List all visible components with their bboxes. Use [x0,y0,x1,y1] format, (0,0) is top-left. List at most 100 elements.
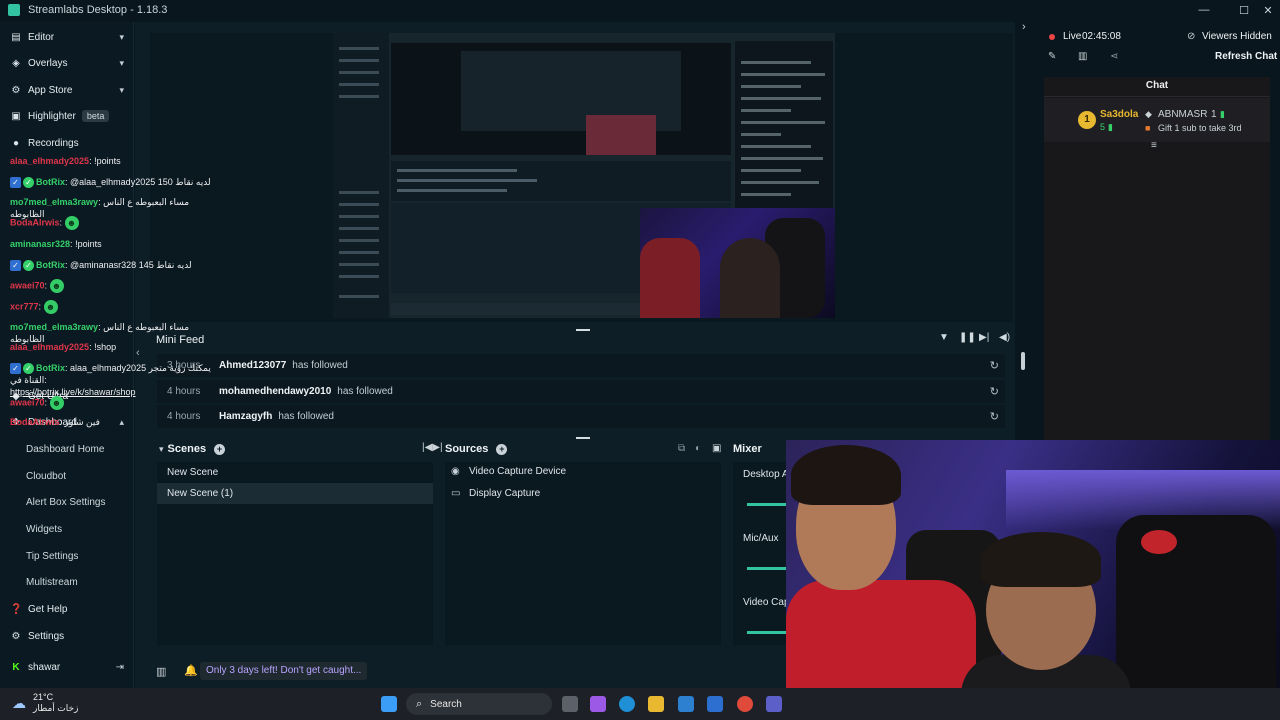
skip-icon[interactable]: ▶| [979,332,989,343]
sidebar-item-label: Recordings [28,137,79,149]
gift-icon: ▮ [1220,109,1225,119]
add-source-icon[interactable]: + [496,443,508,455]
notification-icon[interactable]: 🔔 [184,664,198,677]
add-scene-icon[interactable]: + [214,443,226,455]
expand-pinned-icon[interactable]: ≡ [1151,140,1157,151]
source-item[interactable]: ◉ Video Capture Device [445,461,566,482]
minimize-icon[interactable]: — [1192,0,1216,20]
chat-username[interactable]: alaa_elhmady2025 [10,342,89,352]
gift-promo-text[interactable]: Gift 1 sub to take 3rd [1158,123,1242,133]
group-icon[interactable]: ◐ [695,443,701,454]
help-icon: ❓ [10,603,23,615]
highlighter-icon: ▣ [11,110,21,122]
refresh-chat-button[interactable]: Refresh Chat [1215,51,1277,62]
scene-item-selected[interactable]: New Scene (1) [157,483,433,504]
logout-icon[interactable]: ⇥ [116,662,124,673]
edge-icon[interactable] [619,696,635,712]
verified-badge-icon: ✓ [23,363,34,375]
app-logo-icon [8,4,20,16]
mail-icon[interactable] [707,696,723,712]
chat-message: alaa_elhmady2025: !shop [10,342,117,352]
sidebar-item-overlays[interactable]: ◈ Overlays ▾ [0,50,134,76]
chat-username[interactable]: BotRix [36,177,65,187]
maximize-icon[interactable]: ☐ [1232,0,1256,20]
window-title: Streamlabs Desktop - 1.18.3 [28,4,168,16]
close-icon[interactable]: ✕ [1256,0,1280,20]
sidebar-item-alert-box-settings[interactable]: Alert Box Settings [0,489,134,515]
sidebar-user[interactable]: K shawar ⇥ [0,654,134,680]
filter-icon[interactable]: ▼ [939,332,949,343]
sidebar-item-dashboard-home[interactable]: Dashboard Home [0,436,134,462]
sidebar-item-recordings[interactable]: ● Recordings [0,130,134,156]
recordings-icon: ● [12,137,20,149]
chat-username[interactable]: mo7med_elma3rawy [10,197,98,207]
sidebar-item-cloudbot[interactable]: Cloudbot [0,463,134,489]
chat-message: awaei70: ☻ [10,279,220,293]
sidebar-item-label: Multistream [26,576,78,588]
chat-username[interactable]: aminanasr328 [10,239,70,249]
share-icon[interactable]: ⋖ [1110,51,1118,62]
volume-slider[interactable] [747,567,787,570]
resize-handle[interactable] [576,437,590,439]
scrollbar[interactable] [1021,352,1025,370]
sidebar-item-multistream[interactable]: Multistream [0,569,134,595]
edit-stream-icon[interactable]: ✎ [1048,51,1056,62]
copilot-icon[interactable] [590,696,606,712]
eye-slash-icon: ⊘ [1187,31,1196,42]
sidebar-item-get-help[interactable]: ❓ Get Help [0,596,134,622]
volume-icon[interactable]: ◀) [999,332,1010,343]
sidebar-item-highlighter[interactable]: ▣ Highlighter beta [0,103,134,129]
file-explorer-icon[interactable] [648,696,664,712]
chevron-down-icon: ▾ [119,84,124,95]
sidebar-item-widgets[interactable]: Widgets [0,516,134,542]
sidebar-item-app-store[interactable]: ⚙ App Store ▾ [0,77,134,103]
chrome-icon[interactable] [737,696,753,712]
store-icon[interactable] [678,696,694,712]
sidebar-item-settings[interactable]: ⚙ Settings [0,623,134,649]
volume-slider[interactable] [747,631,787,634]
chat-username[interactable]: awaei70 [10,397,45,407]
repeat-alert-icon[interactable]: ↻ [990,359,999,372]
folder-icon[interactable]: ⧉ [678,443,685,454]
dashboard-link-icon[interactable]: ▥ [1078,51,1087,62]
sidebar-item-label: Cloudbot [26,470,67,482]
mixer-channel-label: Video Cap [743,597,790,608]
chat-username[interactable]: mo7med_elma3rawy [10,322,98,332]
sidebar-item-editor[interactable]: ▤ Editor ▾ [0,24,134,50]
live-label: Live [1063,31,1082,42]
overlays-icon: ◈ [12,57,20,69]
windows-start-icon[interactable] [381,696,397,712]
ultra-promo-banner[interactable]: Only 3 days left! Don't get caught... [200,662,368,680]
repeat-alert-icon[interactable]: ↻ [990,410,999,423]
chat-username[interactable]: BotRix [36,363,65,373]
chat-text: فين شاور [64,417,100,427]
scenes-title: Scenes [167,443,207,455]
repeat-alert-icon[interactable]: ↻ [990,385,999,398]
chat-username[interactable]: BodaAlrwis [10,417,60,427]
chat-text: !shop [94,342,117,352]
sidebar-item-label: Dashboard Home [26,443,105,455]
expand-chat-icon[interactable]: › [1022,21,1026,33]
sidebar-item-tip-settings[interactable]: Tip Settings [0,543,134,569]
weather-icon: ☁ [12,695,26,711]
chat-username[interactable]: BodaAlrwis [10,217,60,227]
rank-badge: 1 [1078,111,1096,129]
source-settings-icon[interactable]: ▣ [712,443,721,454]
teams-icon[interactable] [766,696,782,712]
scene-transition-icon[interactable]: |◀▶| [422,442,443,453]
chat-username[interactable]: awaei70 [10,280,45,290]
feed-action: has followed [278,411,334,422]
weather-widget[interactable]: 21°C زخات أمطار [33,692,78,714]
taskbar-search[interactable]: ⌕ Search [406,693,552,715]
chat-username[interactable]: BotRix [36,260,65,270]
collapse-icon[interactable]: ▾ [159,444,164,455]
volume-slider[interactable] [747,503,787,506]
viewers-label[interactable]: Viewers Hidden [1202,31,1272,42]
performance-icon[interactable]: ▥ [156,665,166,678]
scene-item[interactable]: New Scene [157,462,433,483]
task-view-icon[interactable] [562,696,578,712]
source-item[interactable]: ▭ Display Capture [445,483,540,504]
pause-icon[interactable]: ❚❚ [959,332,976,343]
chat-username[interactable]: alaa_elhmady2025 [10,156,89,166]
chat-username[interactable]: xcr777 [10,301,39,311]
